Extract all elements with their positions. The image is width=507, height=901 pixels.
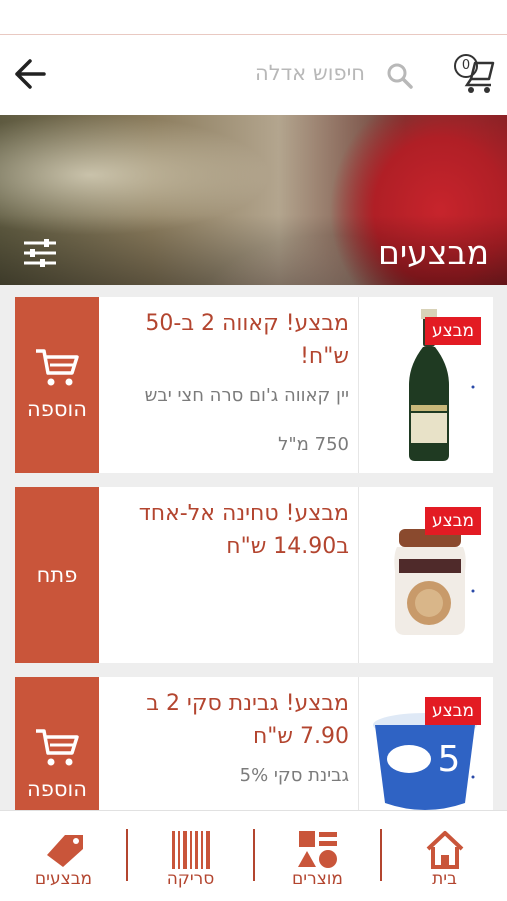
search-bar[interactable]: חיפוש אדלה	[200, 55, 415, 95]
search-icon[interactable]	[385, 61, 415, 91]
home-icon	[426, 831, 464, 869]
sale-badge: מבצע	[425, 317, 481, 345]
header: חיפוש אדלה 0	[0, 35, 507, 115]
product-title: מבצע! קאווה 2 ב-50 ש"ח!	[145, 311, 349, 369]
hero-banner: מבצעים	[0, 115, 507, 285]
product-subtitle: יין קאווה ג'ום סרה חצי יבש	[144, 385, 349, 406]
bottom-navigation: מבצעים סריקה מוצרים בית	[0, 810, 507, 901]
product-title: מבצע! טחינה אל-אחד ב14.90 ש"ח	[138, 501, 349, 559]
page-title: מבצעים	[377, 233, 489, 272]
product-card[interactable]: הוספה מבצע! גבינת סקי 2 ב 7.90 ש"ח גבינת…	[15, 677, 493, 810]
add-to-cart-button[interactable]: הוספה	[15, 297, 99, 473]
cart-button[interactable]: 0	[445, 45, 495, 95]
add-label: הוספה	[27, 777, 87, 801]
sale-badge: מבצע	[425, 507, 481, 535]
open-label: פתח	[36, 563, 78, 587]
cart-icon	[36, 349, 79, 386]
product-size: 750 מ"ל	[278, 434, 349, 455]
nav-scan[interactable]: סריקה	[127, 811, 254, 901]
open-button[interactable]: פתח	[15, 487, 99, 663]
product-card[interactable]: פתח מבצע! טחינה אל-אחד ב14.90 ש"ח מבצע	[15, 487, 493, 663]
shapes-icon	[298, 831, 337, 868]
product-image[interactable]: 5 מבצע	[369, 685, 481, 810]
filter-icon[interactable]	[22, 237, 58, 269]
back-arrow-icon[interactable]	[10, 55, 48, 93]
cart-icon	[36, 729, 79, 766]
status-bar	[0, 0, 507, 35]
nav-products-label: מוצרים	[292, 869, 343, 889]
nav-sales-label: מבצעים	[34, 869, 93, 889]
sale-badge: מבצע	[425, 697, 481, 725]
nav-home[interactable]: בית	[381, 811, 507, 901]
add-to-cart-button[interactable]: הוספה	[15, 677, 99, 810]
cart-count: 0	[454, 54, 478, 78]
product-card[interactable]: הוספה מבצע! קאווה 2 ב-50 ש"ח! יין קאווה …	[15, 297, 493, 473]
product-list[interactable]: הוספה מבצע! קאווה 2 ב-50 ש"ח! יין קאווה …	[0, 285, 507, 810]
add-label: הוספה	[27, 397, 87, 421]
sale-tag-icon	[47, 835, 83, 867]
product-title: מבצע! גבינת סקי 2 ב 7.90 ש"ח	[146, 691, 349, 749]
product-image[interactable]: מבצע	[369, 495, 481, 655]
nav-sales[interactable]: מבצעים	[0, 811, 127, 901]
product-subtitle: גבינת סקי 5%	[239, 765, 349, 786]
nav-scan-label: סריקה	[166, 869, 215, 889]
barcode-icon	[172, 831, 210, 869]
svg-text:5: 5	[438, 739, 461, 780]
product-image[interactable]: מבצע	[369, 305, 481, 465]
nav-products[interactable]: מוצרים	[254, 811, 381, 901]
search-input[interactable]: חיפוש אדלה	[255, 61, 365, 85]
nav-home-label: בית	[432, 869, 457, 889]
